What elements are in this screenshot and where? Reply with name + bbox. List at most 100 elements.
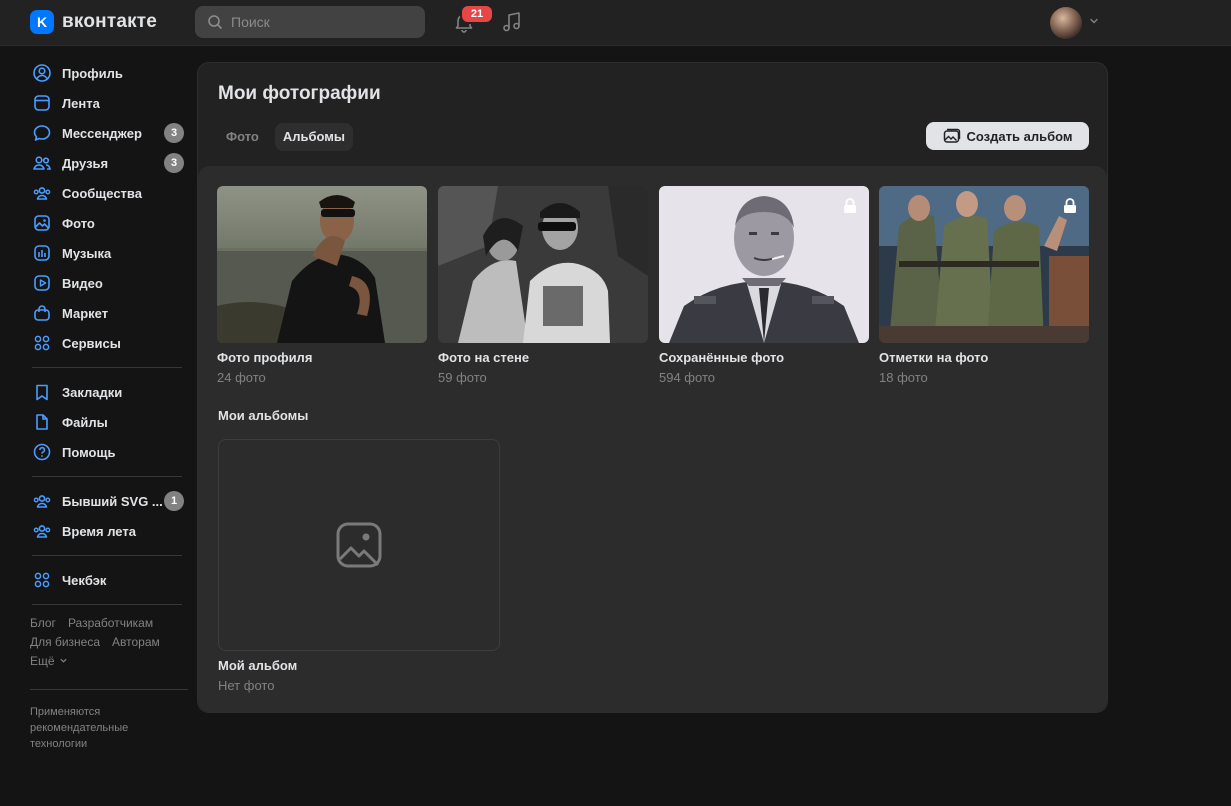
sidebar-item-market[interactable]: Маркет (30, 298, 190, 328)
lock-icon (1064, 198, 1076, 213)
album-cover-wall[interactable] (438, 186, 648, 343)
vk-logo-mark: K (30, 10, 54, 34)
sidebar-item-label: Маркет (62, 305, 109, 321)
sidebar-item-services[interactable]: Сервисы (30, 328, 190, 358)
album-title: Сохранённые фото (659, 350, 785, 365)
album-card[interactable]: Фото на стене 59 фото (438, 186, 648, 385)
add-photo-icon (943, 128, 960, 143)
search-input[interactable] (231, 14, 411, 30)
album-cover-tagged[interactable] (879, 186, 1089, 343)
sidebar-item-music[interactable]: Музыка (30, 238, 190, 268)
album-title: Отметки на фото (879, 350, 989, 365)
sidebar-item-feed[interactable]: Лента (30, 88, 190, 118)
search-icon (208, 15, 222, 29)
album-photo-count: 24 фото (217, 370, 266, 385)
photos-card: Мои фотографии Фото Альбомы Создать альб… (197, 62, 1108, 713)
apps-icon (32, 570, 52, 590)
communities-icon (32, 183, 52, 203)
services-icon (32, 333, 52, 353)
sidebar-item-files[interactable]: Файлы (30, 407, 190, 437)
vk-logo[interactable]: K вконтакте (30, 10, 157, 34)
bookmark-icon (32, 382, 52, 402)
album-photo-count: 18 фото (879, 370, 928, 385)
photos-tabs: Фото Альбомы (218, 123, 354, 151)
footer-link-business[interactable]: Для бизнеса (30, 635, 100, 649)
community-count-badge: 1 (164, 491, 184, 511)
music-player-icon[interactable] (500, 10, 524, 34)
empty-album-cover[interactable] (218, 439, 500, 651)
friends-count-badge: 3 (164, 153, 184, 173)
market-icon (32, 303, 52, 323)
sidebar-item-label: Мессенджер (62, 125, 142, 141)
file-icon (32, 412, 52, 432)
help-icon (32, 442, 52, 462)
footer-more[interactable]: Ещё (30, 652, 190, 671)
sidebar-item-label: Помощь (62, 444, 116, 460)
messenger-count-badge: 3 (164, 123, 184, 143)
image-placeholder-icon (336, 522, 382, 568)
sidebar-item-label: Закладки (62, 384, 123, 400)
sidebar-item-profile[interactable]: Профиль (30, 58, 190, 88)
sidebar-item-bookmarks[interactable]: Закладки (30, 377, 190, 407)
album-title: Фото на стене (438, 350, 530, 365)
album-cover-saved[interactable] (659, 186, 869, 343)
sidebar-divider (32, 555, 182, 556)
sidebar-item-label: Файлы (62, 414, 108, 430)
user-avatar[interactable] (1050, 7, 1082, 39)
create-album-label: Создать альбом (966, 128, 1073, 144)
sidebar-item-communities[interactable]: Сообщества (30, 178, 190, 208)
sidebar-item-label: Бывший SVG ... (62, 493, 163, 509)
sidebar-item-label: Музыка (62, 245, 112, 261)
sidebar-item-label: Профиль (62, 65, 123, 81)
search-box[interactable] (195, 6, 425, 38)
profile-icon (32, 63, 52, 83)
sidebar-item-label: Время лета (62, 523, 136, 539)
notifications-badge: 21 (460, 4, 494, 24)
footer-link-authors[interactable]: Авторам (112, 635, 160, 649)
page-title: Мои фотографии (218, 83, 381, 104)
sidebar-item-friends[interactable]: Друзья 3 (30, 148, 190, 178)
sidebar-divider (32, 604, 182, 605)
album-photo-count: Нет фото (218, 678, 275, 693)
chevron-down-icon (59, 658, 67, 663)
sidebar-divider (30, 689, 188, 690)
left-sidebar: Профиль Лента Мессенджер 3 Друзья 3 Сооб… (30, 58, 190, 752)
sidebar-item-label: Друзья (62, 155, 109, 171)
album-cover-profile[interactable] (217, 186, 427, 343)
sidebar-divider (32, 367, 182, 368)
sidebar-item-community-summer[interactable]: Время лета (30, 516, 190, 546)
sidebar-item-label: Сообщества (62, 185, 142, 201)
tab-albums[interactable]: Альбомы (274, 123, 354, 151)
sidebar-item-label: Лента (62, 95, 100, 111)
sidebar-item-video[interactable]: Видео (30, 268, 190, 298)
video-icon (32, 273, 52, 293)
sidebar-item-label: Сервисы (62, 335, 121, 351)
create-album-button[interactable]: Создать альбом (926, 122, 1089, 150)
sidebar-item-help[interactable]: Помощь (30, 437, 190, 467)
footer-link-developers[interactable]: Разработчикам (68, 616, 153, 630)
sidebar-item-community-svg[interactable]: Бывший SVG ... 1 (30, 486, 190, 516)
album-card[interactable]: Отметки на фото 18 фото (879, 186, 1089, 385)
album-card[interactable]: Сохранённые фото 594 фото (659, 186, 869, 385)
albums-panel: Фото профиля 24 фото Фото на стене 59 фо… (198, 166, 1107, 712)
top-header: K вконтакте 21 (0, 0, 1231, 46)
feed-icon (32, 93, 52, 113)
footer-link-blog[interactable]: Блог (30, 616, 56, 630)
tab-photos[interactable]: Фото (218, 123, 267, 151)
sidebar-item-label: Чекбэк (62, 572, 107, 588)
community-icon (32, 491, 52, 511)
chevron-down-icon[interactable] (1088, 15, 1100, 27)
recommendation-notice[interactable]: Применяются рекомендательные технологии (30, 704, 160, 752)
footer-link-more: Ещё (30, 654, 55, 668)
album-card[interactable]: Фото профиля 24 фото (217, 186, 427, 385)
sidebar-item-checkback[interactable]: Чекбэк (30, 565, 190, 595)
sidebar-item-messenger[interactable]: Мессенджер 3 (30, 118, 190, 148)
album-title: Фото профиля (217, 350, 313, 365)
album-photo-count: 59 фото (438, 370, 487, 385)
my-albums-heading: Мои альбомы (218, 408, 309, 423)
photo-icon (32, 213, 52, 233)
sidebar-item-label: Фото (62, 215, 95, 231)
sidebar-item-photo[interactable]: Фото (30, 208, 190, 238)
community-icon (32, 521, 52, 541)
my-album-card[interactable]: Мой альбом Нет фото (218, 439, 500, 693)
